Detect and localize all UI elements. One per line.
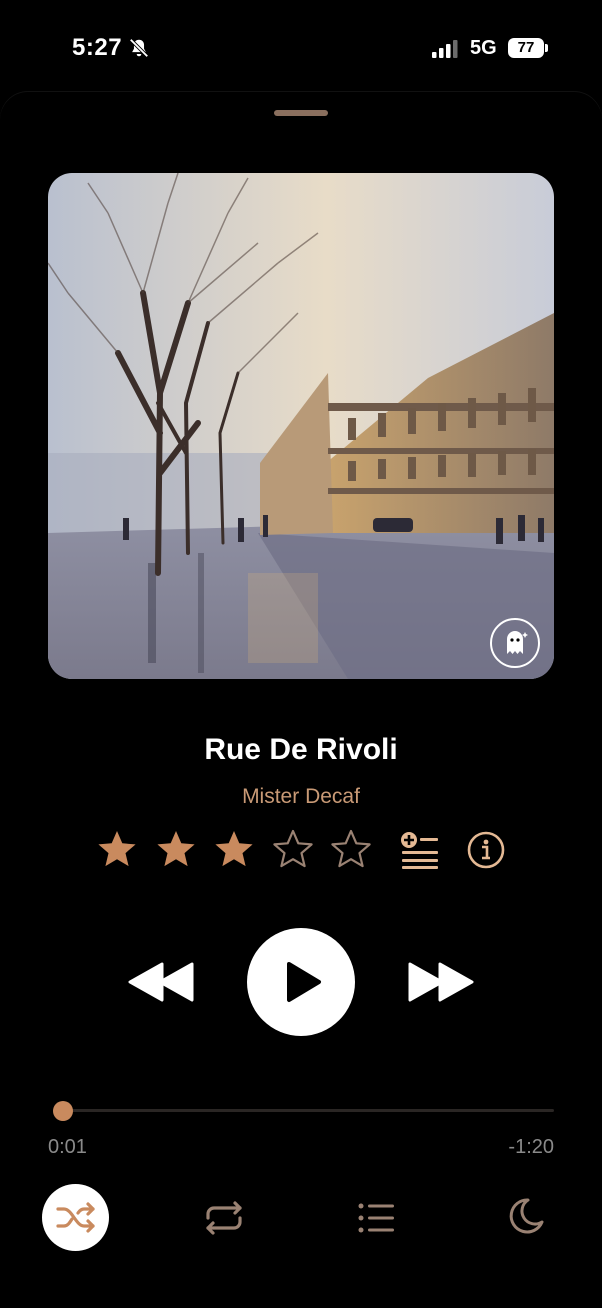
signal-icon	[432, 40, 460, 63]
progress-track[interactable]	[58, 1109, 554, 1112]
shuffle-icon	[56, 1202, 95, 1233]
battery-nub	[545, 44, 548, 52]
queue-list-icon	[358, 1203, 394, 1233]
ghost-badge-icon[interactable]	[490, 618, 540, 668]
status-time: 5:27	[72, 34, 123, 61]
elapsed-time: 0:01	[48, 1136, 87, 1158]
repeat-button[interactable]	[202, 1196, 246, 1245]
rewind-button[interactable]	[128, 958, 196, 1011]
play-icon	[287, 962, 321, 1002]
now-playing-screen: 5:27 5G 77 Rue De Rivoli Mister Decaf 0:…	[0, 0, 602, 1308]
song-title: Rue De Rivoli	[204, 733, 398, 766]
star-empty-icon[interactable]	[329, 828, 373, 872]
moon-icon	[509, 1198, 544, 1234]
shuffle-button[interactable]	[42, 1184, 109, 1251]
network-label: 5G	[470, 37, 497, 59]
repeat-icon	[206, 1201, 242, 1235]
star-filled-icon[interactable]	[212, 828, 256, 872]
sheet-grabber[interactable]	[274, 110, 328, 116]
fast-forward-button[interactable]	[406, 958, 474, 1011]
queue-list-button[interactable]	[354, 1196, 398, 1245]
add-to-queue-button[interactable]	[398, 830, 440, 875]
info-button[interactable]	[466, 830, 506, 875]
artist-name[interactable]: Mister Decaf	[0, 785, 602, 809]
star-empty-icon[interactable]	[271, 828, 315, 872]
bell-slash-icon	[128, 37, 150, 64]
sleep-timer-button[interactable]	[504, 1194, 548, 1243]
star-filled-icon[interactable]	[95, 828, 139, 872]
status-bar: 5:27 5G 77	[0, 0, 602, 96]
play-button[interactable]	[247, 928, 355, 1036]
battery-indicator: 77	[508, 38, 544, 58]
star-filled-icon[interactable]	[154, 828, 198, 872]
album-artwork	[48, 173, 554, 679]
progress-thumb[interactable]	[52, 1101, 73, 1121]
remaining-time: -1:20	[508, 1136, 554, 1158]
